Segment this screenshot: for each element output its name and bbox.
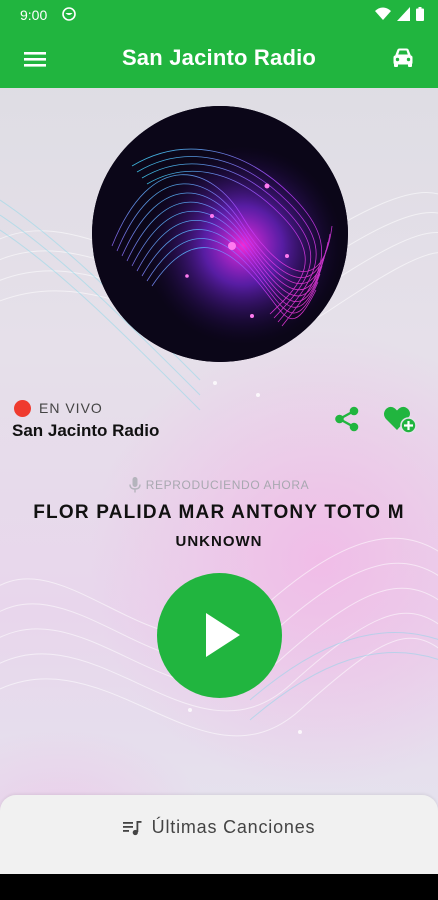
playlist-icon — [122, 820, 142, 835]
app-title: San Jacinto Radio — [121, 45, 317, 70]
song-artist: UNKNOWN — [175, 533, 263, 550]
signal-icon — [397, 7, 410, 21]
microphone-icon — [129, 477, 141, 493]
now-playing-label: REPRODUCIENDO AHORA — [145, 478, 310, 492]
favorite-add-icon[interactable] — [383, 403, 417, 435]
status-icons — [375, 7, 424, 21]
share-icon[interactable] — [333, 405, 361, 433]
wifi-icon — [375, 7, 391, 20]
recent-songs-label: Últimas Canciones — [151, 817, 316, 837]
battery-icon — [416, 7, 424, 21]
screen: 9:00 San Jacinto Radio EN VIVO San Jacin… — [0, 0, 438, 874]
station-artwork — [92, 106, 348, 362]
app-bar: San Jacinto Radio — [0, 30, 438, 88]
station-name: San Jacinto Radio — [12, 421, 160, 440]
recent-songs-panel[interactable]: Últimas Canciones — [0, 795, 438, 874]
notification-app-icon — [62, 7, 76, 21]
play-button[interactable] — [157, 573, 282, 698]
now-playing-header: REPRODUCIENDO AHORA — [0, 477, 438, 493]
play-icon — [206, 613, 240, 657]
live-dot-icon — [14, 399, 31, 417]
song-title: FLOR PALIDA MAR ANTONY TOTO M — [33, 502, 405, 523]
artwork-image — [92, 106, 348, 362]
status-time: 9:00 — [20, 7, 48, 23]
live-indicator: EN VIVO — [14, 398, 103, 418]
live-label: EN VIVO — [39, 400, 103, 416]
car-icon[interactable] — [390, 45, 416, 71]
status-bar: 9:00 — [0, 0, 438, 30]
system-navigation-bar — [0, 874, 438, 900]
